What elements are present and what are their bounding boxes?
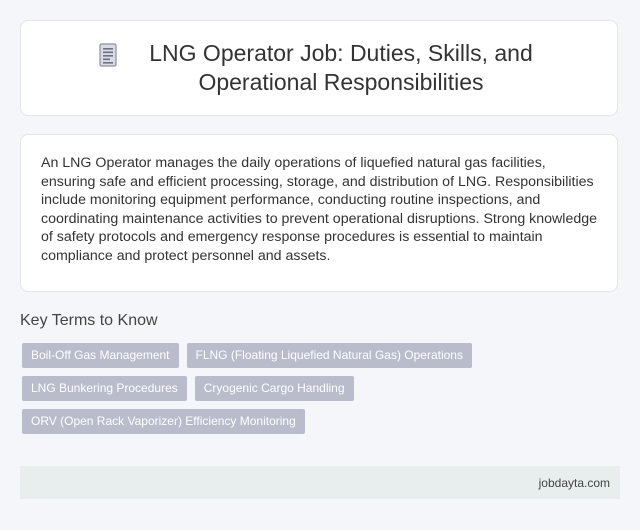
key-terms-tags: Boil-Off Gas Management FLNG (Floating L… <box>22 343 622 442</box>
footer-site-link[interactable]: jobdayta.com <box>539 476 610 490</box>
document-icon <box>99 43 117 67</box>
title-card: LNG Operator Job: Duties, Skills, and Op… <box>20 20 618 116</box>
footer: jobdayta.com <box>20 466 620 499</box>
key-terms-heading: Key Terms to Know <box>20 312 158 329</box>
description-card: An LNG Operator manages the daily operat… <box>20 134 618 292</box>
title-wrap: LNG Operator Job: Duties, Skills, and Op… <box>97 39 541 97</box>
tag-row: LNG Bunkering Procedures Cryogenic Cargo… <box>22 376 622 401</box>
key-term-tag[interactable]: Boil-Off Gas Management <box>22 343 179 368</box>
tag-row: ORV (Open Rack Vaporizer) Efficiency Mon… <box>22 409 622 434</box>
description-text: An LNG Operator manages the daily operat… <box>41 155 598 264</box>
key-term-tag[interactable]: Cryogenic Cargo Handling <box>194 376 354 401</box>
page-title: LNG Operator Job: Duties, Skills, and Op… <box>149 40 533 95</box>
tag-row: Boil-Off Gas Management FLNG (Floating L… <box>22 343 622 368</box>
key-term-tag[interactable]: ORV (Open Rack Vaporizer) Efficiency Mon… <box>22 409 305 434</box>
key-term-tag[interactable]: FLNG (Floating Liquefied Natural Gas) Op… <box>186 343 472 368</box>
key-term-tag[interactable]: LNG Bunkering Procedures <box>22 376 187 401</box>
